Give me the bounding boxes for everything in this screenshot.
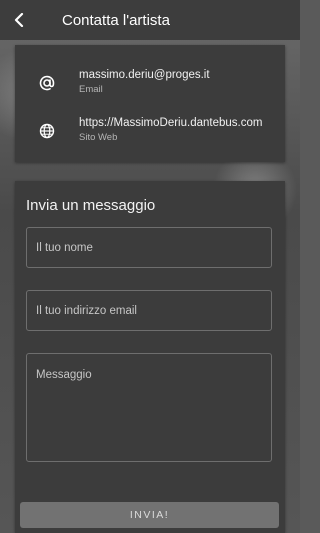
- contact-email-row[interactable]: massimo.deriu@proges.it Email: [15, 65, 285, 105]
- email-placeholder: Il tuo indirizzo email: [36, 305, 137, 317]
- form-heading: Invia un messaggio: [26, 197, 156, 214]
- page-title: Contatta l'artista: [62, 11, 170, 29]
- at-icon: [37, 73, 57, 93]
- contact-website-row[interactable]: https://MassimoDeriu.dantebus.com Sito W…: [15, 113, 285, 153]
- name-placeholder: Il tuo nome: [36, 242, 93, 254]
- send-button[interactable]: INVIA!: [20, 502, 279, 528]
- message-textarea[interactable]: Messaggio: [26, 353, 272, 462]
- back-button[interactable]: [0, 0, 40, 40]
- email-label: Email: [79, 84, 103, 95]
- app-bar: Contatta l'artista: [0, 0, 300, 40]
- globe-icon: [37, 121, 57, 141]
- email-input[interactable]: Il tuo indirizzo email: [26, 290, 272, 331]
- website-label: Sito Web: [79, 132, 118, 143]
- name-input[interactable]: Il tuo nome: [26, 227, 272, 268]
- email-value: massimo.deriu@proges.it: [79, 69, 210, 81]
- message-form-card: Invia un messaggio Il tuo nome Il tuo in…: [15, 181, 285, 533]
- contacts-card: massimo.deriu@proges.it Email https://Ma…: [15, 45, 285, 162]
- message-placeholder: Messaggio: [36, 369, 92, 381]
- website-value: https://MassimoDeriu.dantebus.com: [79, 117, 263, 129]
- back-arrow-icon: [14, 13, 24, 27]
